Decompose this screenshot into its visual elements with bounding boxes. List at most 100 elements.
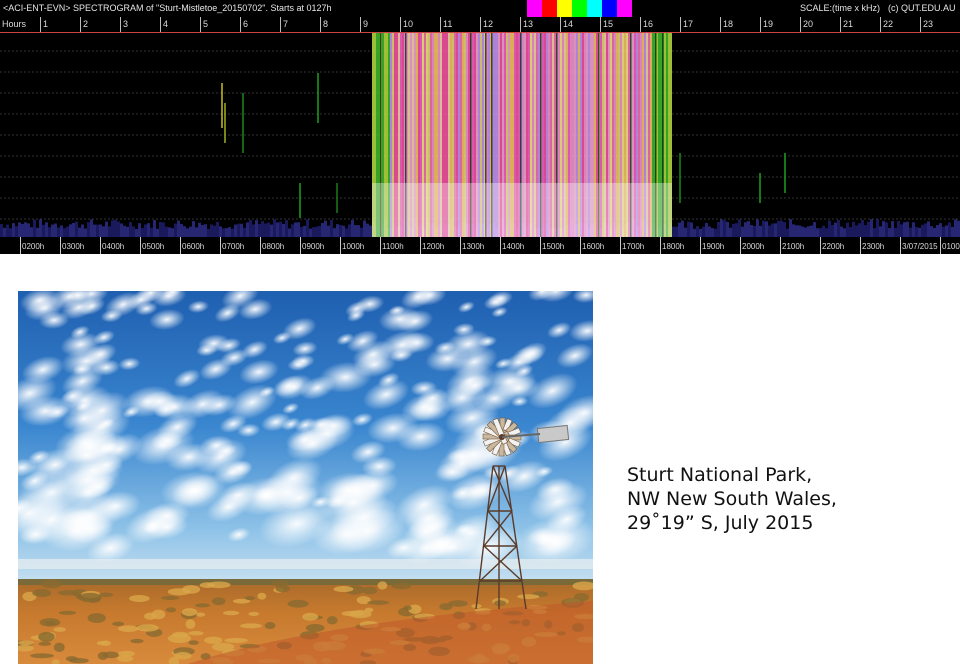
time-tick-label: 0400h xyxy=(102,242,125,251)
time-tick xyxy=(300,237,301,254)
hour-tick-label: 20 xyxy=(803,19,814,29)
hour-tick-label: 3 xyxy=(123,19,129,29)
hour-tick xyxy=(800,17,801,32)
time-tick-label: 2100h xyxy=(782,242,805,251)
time-tick-label: 1200h xyxy=(422,242,445,251)
time-tick xyxy=(340,237,341,254)
time-tick xyxy=(820,237,821,254)
time-tick-label: 0300h xyxy=(62,242,85,251)
copyright-label: (c) QUT.EDU.AU xyxy=(888,3,956,13)
hour-tick xyxy=(240,17,241,32)
spectrogram-title: <ACI-ENT-EVN> SPECTROGRAM of "Sturt-Mist… xyxy=(3,3,332,13)
time-tick xyxy=(460,237,461,254)
time-tick-label: 0100 xyxy=(942,242,960,251)
time-tick-label: 1000h xyxy=(342,242,365,251)
time-tick xyxy=(900,237,901,254)
spectrogram-title-bar: <ACI-ENT-EVN> SPECTROGRAM of "Sturt-Mist… xyxy=(0,0,960,17)
hour-tick xyxy=(600,17,601,32)
time-tick xyxy=(580,237,581,254)
hour-tick-label: 10 xyxy=(403,19,414,29)
time-axis: 0200h 0300h 0400h 0500h 0600h 0700h 0800h 0900h… xyxy=(0,237,960,254)
color-legend-swatches xyxy=(527,0,632,17)
hour-tick xyxy=(680,17,681,32)
hour-tick-label: 11 xyxy=(443,19,453,29)
time-tick-label: 0700h xyxy=(222,242,245,251)
time-tick xyxy=(380,237,381,254)
time-tick-label: 1700h xyxy=(622,242,645,251)
time-tick-label: 2200h xyxy=(822,242,845,251)
caption-line-2: NW New South Wales, xyxy=(627,488,837,510)
time-tick xyxy=(260,237,261,254)
time-tick xyxy=(500,237,501,254)
time-tick-label: 0900h xyxy=(302,242,325,251)
time-tick-label: 0600h xyxy=(182,242,205,251)
hour-tick-label: 9 xyxy=(363,19,369,29)
hour-tick xyxy=(400,17,401,32)
hour-tick-label: 19 xyxy=(763,19,774,29)
time-tick xyxy=(100,237,101,254)
hour-tick-label: 21 xyxy=(843,19,854,29)
hour-tick-label: 2 xyxy=(83,19,89,29)
time-tick-label: 0200h xyxy=(22,242,45,251)
hour-tick xyxy=(360,17,361,32)
hour-tick xyxy=(560,17,561,32)
hour-tick xyxy=(480,17,481,32)
caption-line-3: 29˚19” S, July 2015 xyxy=(627,512,814,534)
caption-line-1: Sturt National Park, xyxy=(627,464,813,486)
hour-tick-label: 13 xyxy=(523,19,534,29)
hour-tick xyxy=(840,17,841,32)
hour-tick xyxy=(520,17,521,32)
time-tick-label: 1900h xyxy=(702,242,725,251)
photo-caption: Sturt National Park, NW New South Wales,… xyxy=(627,463,837,535)
hour-tick-label: 4 xyxy=(163,19,169,29)
color-swatch xyxy=(617,0,632,17)
spectrogram-plot xyxy=(0,33,960,237)
time-tick-label: 1800h xyxy=(662,242,685,251)
color-swatch xyxy=(527,0,542,17)
color-swatch xyxy=(542,0,557,17)
hour-tick-label: 12 xyxy=(483,19,494,29)
hour-tick xyxy=(880,17,881,32)
color-swatch xyxy=(572,0,587,17)
hour-tick-label: 16 xyxy=(643,19,654,29)
time-tick-label: 1100h xyxy=(382,242,404,251)
hour-tick-label: 7 xyxy=(283,19,289,29)
hour-tick xyxy=(320,17,321,32)
hour-tick xyxy=(760,17,761,32)
time-tick xyxy=(740,237,741,254)
color-swatch xyxy=(557,0,572,17)
time-tick xyxy=(220,237,221,254)
time-tick xyxy=(420,237,421,254)
time-tick-label: 2300h xyxy=(862,242,885,251)
time-tick xyxy=(540,237,541,254)
time-tick-label: 3/07/2015 xyxy=(902,242,938,251)
time-tick-label: 1300h xyxy=(462,242,485,251)
hour-tick xyxy=(80,17,81,32)
time-tick xyxy=(140,237,141,254)
hour-tick xyxy=(640,17,641,32)
hour-tick xyxy=(120,17,121,32)
time-tick xyxy=(20,237,21,254)
hour-tick-label: 1 xyxy=(43,19,49,29)
time-tick xyxy=(860,237,861,254)
hour-tick-label: 6 xyxy=(243,19,249,29)
time-tick-label: 0500h xyxy=(142,242,165,251)
time-tick xyxy=(660,237,661,254)
time-tick-label: 1500h xyxy=(542,242,565,251)
time-tick-label: 0800h xyxy=(262,242,285,251)
hour-tick xyxy=(440,17,441,32)
time-tick xyxy=(60,237,61,254)
hour-tick xyxy=(280,17,281,32)
hour-tick-label: 8 xyxy=(323,19,329,29)
time-tick xyxy=(180,237,181,254)
hours-label: Hours xyxy=(2,19,27,29)
hour-tick xyxy=(200,17,201,32)
hour-tick-label: 18 xyxy=(723,19,734,29)
time-tick xyxy=(780,237,781,254)
color-swatch xyxy=(587,0,602,17)
hour-axis: Hours 1 2 3 4 5 6 7 8 9 10 11 12 13 14 15 16 17 18 19 20 21 2… xyxy=(0,17,960,32)
time-tick xyxy=(620,237,621,254)
windmill-landscape-photo xyxy=(18,291,593,664)
hour-tick-label: 15 xyxy=(603,19,614,29)
hour-tick xyxy=(920,17,921,32)
